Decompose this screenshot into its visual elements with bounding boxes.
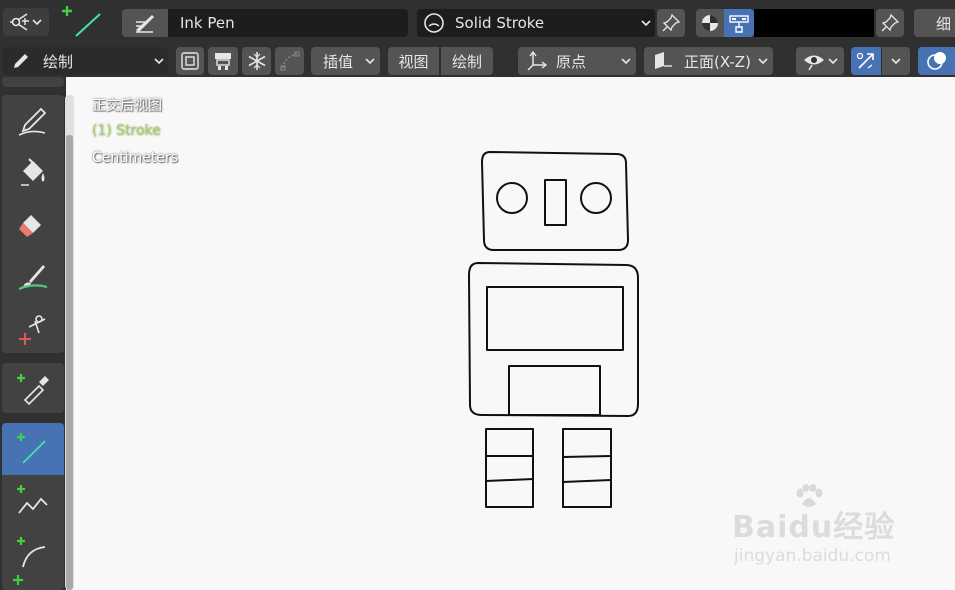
robot-nose-stroke <box>544 179 567 226</box>
tool-tint[interactable] <box>2 251 64 303</box>
toolbar-column <box>0 77 66 590</box>
baidu-brand-text: Baidu经验 <box>732 510 896 545</box>
polyline-icon <box>17 485 48 514</box>
tool-fill[interactable] <box>2 147 64 199</box>
robot-left-leg-stroke <box>485 428 534 508</box>
robot-head-stroke <box>481 151 629 251</box>
baidu-logo: Baidu经验 <box>732 484 902 545</box>
robot-left-eye-stroke <box>496 182 528 214</box>
robot-left-leg-line-2 <box>485 478 534 482</box>
tool-arc[interactable] <box>2 527 64 579</box>
robot-chest-panel-stroke <box>486 286 624 351</box>
robot-body-stroke <box>468 262 639 417</box>
toolgroup-draw <box>2 95 64 353</box>
tint-icon <box>18 265 48 291</box>
robot-right-eye-stroke <box>580 182 612 214</box>
tool-erase[interactable] <box>2 199 64 251</box>
toolbar-scrollbar-thumb[interactable] <box>66 135 73 590</box>
robot-belly-panel-stroke <box>508 365 601 416</box>
robot-right-leg-line-2 <box>562 479 612 483</box>
toolgroup-top-edge <box>2 77 64 87</box>
toolgroup-eyedropper <box>2 363 64 413</box>
eyedropper-icon <box>17 374 49 406</box>
robot-right-leg-line-1 <box>562 455 612 458</box>
draw-icon <box>18 107 47 136</box>
tool-draw[interactable] <box>2 95 64 147</box>
robot-right-leg-stroke <box>562 428 612 508</box>
line-icon <box>17 433 46 464</box>
tool-polyline[interactable] <box>2 475 64 527</box>
toolgroup-primitives <box>2 423 64 590</box>
fill-icon <box>21 158 45 186</box>
arc-icon <box>17 537 46 568</box>
tool-curve-partial[interactable] <box>2 573 64 590</box>
baidu-url-text: jingyan.baidu.com <box>734 546 891 566</box>
tool-eyedropper[interactable] <box>2 363 64 413</box>
cutter-icon <box>19 315 46 345</box>
tool-line[interactable] <box>2 423 64 475</box>
add-icon <box>13 575 23 585</box>
erase-icon <box>19 215 41 237</box>
tool-cutter[interactable] <box>2 303 64 353</box>
